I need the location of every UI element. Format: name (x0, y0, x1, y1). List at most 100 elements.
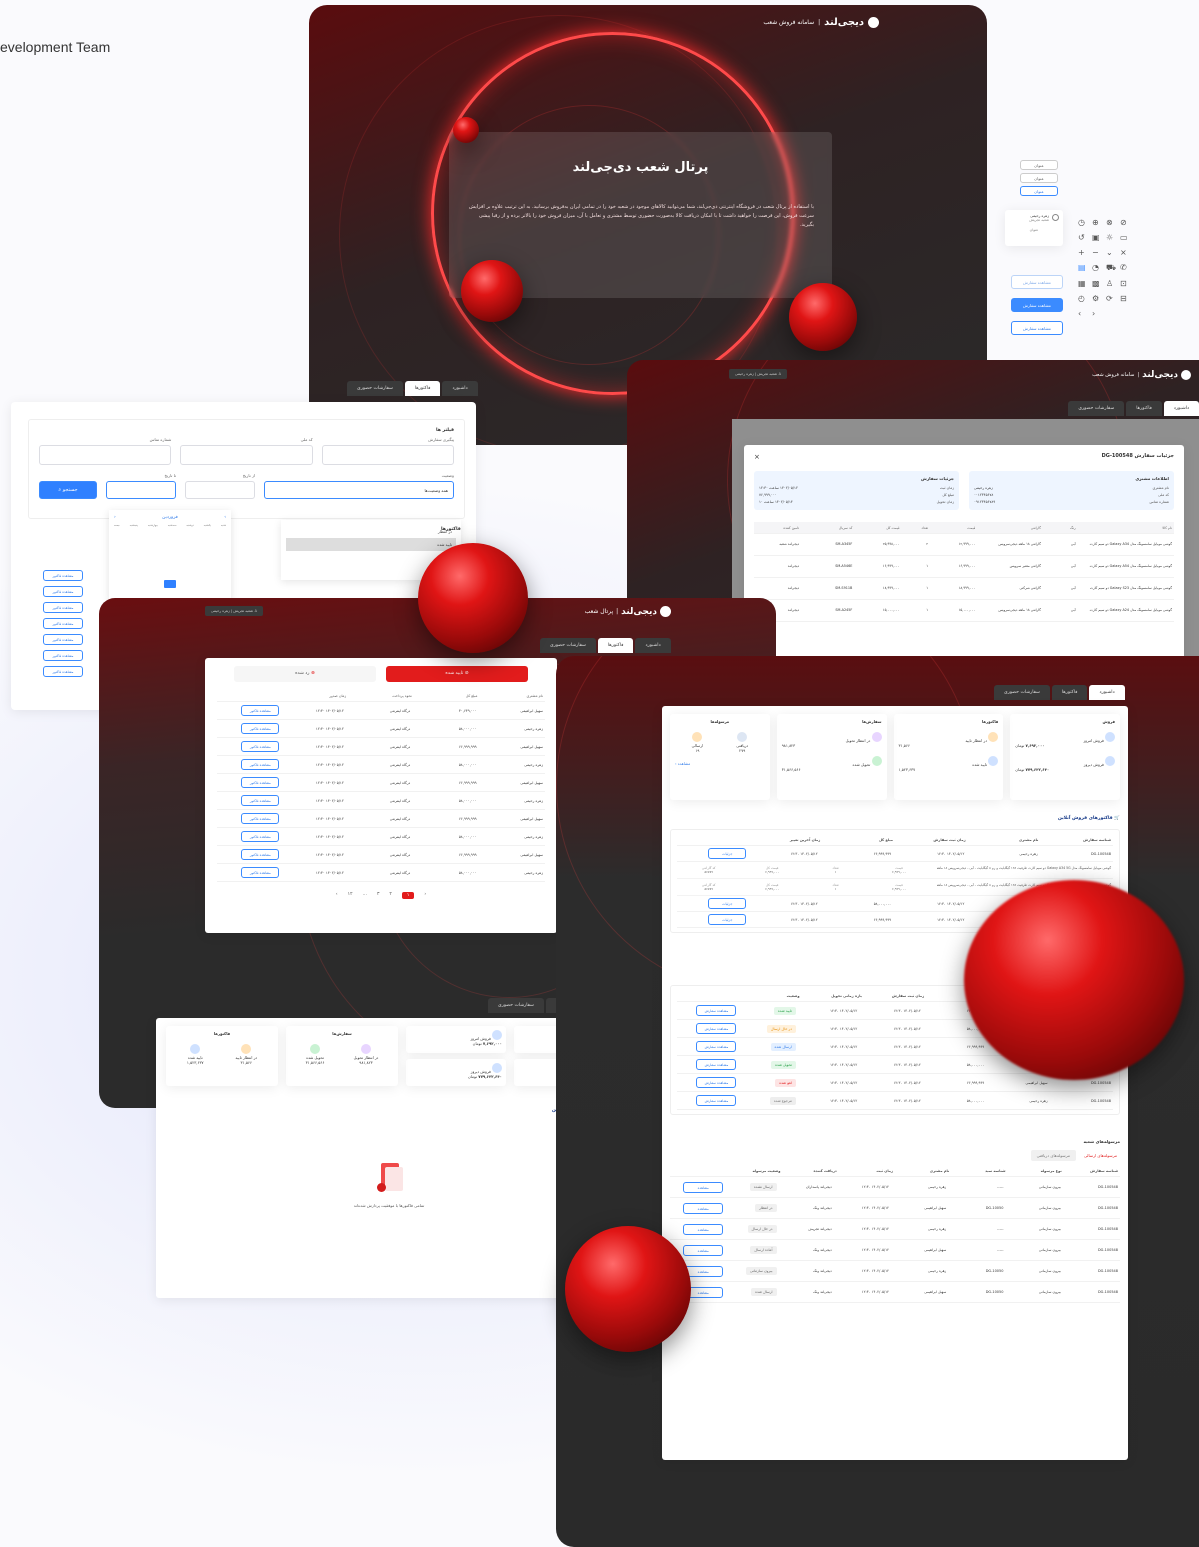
view-order-button[interactable]: مشاهده سفارش (696, 1041, 737, 1052)
tab-dashboard[interactable]: داشبورد (635, 638, 671, 653)
view-order-button-2[interactable]: مشاهده سفارش (1011, 298, 1063, 312)
calendar-day[interactable] (197, 556, 210, 564)
pager-page[interactable]: ۳ (377, 892, 379, 899)
tab-dashboard[interactable]: داشبورد (1089, 685, 1125, 700)
status-option-confirmed[interactable]: تایید شده (286, 538, 456, 551)
view-order-button[interactable]: مشاهده سفارش (696, 1095, 737, 1106)
tab-incoming-shipments[interactable]: مرسوله‌های دریافتی (1030, 1150, 1076, 1161)
tab-outgoing-shipments[interactable]: مرسوله‌های ارسالی (1081, 1150, 1120, 1161)
view-invoice-button[interactable]: مشاهده فاکتور (241, 741, 280, 752)
pager-next-icon[interactable]: › (424, 892, 426, 899)
calendar-day[interactable] (114, 532, 127, 540)
calendar-day[interactable] (164, 556, 177, 564)
calendar-day[interactable] (197, 568, 210, 576)
tab-rejected[interactable]: ⊗ رد شده (234, 666, 376, 682)
calendar-day[interactable] (114, 544, 127, 552)
calendar-day[interactable] (147, 532, 160, 540)
pager-page[interactable]: ... (363, 892, 367, 899)
calendar-day[interactable] (164, 532, 177, 540)
tracking-input[interactable] (321, 445, 454, 465)
type-button-1[interactable]: عنوان (1020, 160, 1058, 170)
view-order-button[interactable]: مشاهده سفارش (696, 1023, 737, 1034)
calendar-day[interactable] (180, 568, 193, 576)
pager-page[interactable]: ۱ (401, 892, 415, 899)
calendar-day[interactable] (180, 544, 193, 552)
view-invoice-button[interactable]: مشاهده فاکتور (241, 849, 280, 860)
search-button[interactable]: جستجو ⌕ (39, 481, 97, 499)
tab-dashboard[interactable]: داشبورد (442, 381, 478, 396)
view-order-button-1[interactable]: مشاهده سفارش (1011, 275, 1063, 289)
view-invoice-button[interactable]: مشاهده فاکتور (241, 723, 280, 734)
tab-invoices[interactable]: فاکتورها (404, 381, 441, 396)
calendar-day[interactable] (164, 568, 177, 576)
status-select[interactable]: همه وضعیت‌ها (264, 481, 454, 499)
view-shipment-button[interactable]: مشاهده (683, 1181, 724, 1193)
calendar-day[interactable] (114, 580, 127, 588)
type-button-2[interactable]: عنوان (1020, 173, 1058, 183)
calendar-day[interactable] (213, 532, 226, 540)
view-invoice-button[interactable]: مشاهده فاکتور (43, 586, 83, 597)
tab-invoices[interactable]: فاکتورها (597, 638, 634, 653)
phone-input[interactable] (39, 445, 172, 465)
view-order-button[interactable]: مشاهده سفارش (696, 1005, 737, 1016)
status-option-pending[interactable]: در انتظار (286, 525, 456, 538)
view-shipment-button[interactable]: مشاهده (683, 1202, 724, 1214)
view-invoice-button[interactable]: مشاهده فاکتور (43, 570, 83, 581)
calendar-day[interactable] (163, 580, 177, 588)
calendar-day[interactable] (197, 544, 210, 552)
modal-close-icon[interactable]: × (754, 453, 760, 461)
pager-page[interactable]: ۱۲ (348, 892, 353, 899)
calendar-day[interactable] (147, 580, 160, 588)
details-button[interactable]: جزئیات (708, 848, 747, 859)
calendar-day[interactable] (213, 556, 226, 564)
view-invoice-button[interactable]: مشاهده فاکتور (43, 602, 83, 613)
tab-in-person[interactable]: سفارشات حضوری (347, 381, 403, 396)
view-invoice-button[interactable]: مشاهده فاکتور (241, 831, 280, 842)
calendar-day[interactable] (147, 568, 160, 576)
view-order-button[interactable]: مشاهده سفارش (696, 1059, 737, 1070)
view-invoice-button[interactable]: مشاهده فاکتور (43, 666, 83, 677)
view-shipment-button[interactable]: مشاهده (683, 1244, 724, 1256)
calendar-prev-icon[interactable]: ‹ (114, 515, 116, 520)
calendar-day[interactable] (213, 580, 226, 588)
view-invoice-button[interactable]: مشاهده فاکتور (241, 813, 280, 824)
calendar-day[interactable] (164, 544, 177, 552)
chevron-left-icon[interactable]: ‹ (1078, 309, 1089, 318)
view-order-button-3[interactable]: مشاهده سفارش (1011, 321, 1063, 335)
chevron-right-icon[interactable]: › (1092, 309, 1103, 318)
view-invoice-button[interactable]: مشاهده فاکتور (241, 795, 280, 806)
calendar-day[interactable] (114, 556, 127, 564)
calendar-day[interactable] (213, 568, 226, 576)
from-date-input[interactable] (185, 481, 255, 499)
calendar-day[interactable] (131, 580, 144, 588)
tab-in-person[interactable]: سفارشات حضوری (1068, 401, 1125, 416)
calendar-day[interactable] (131, 568, 144, 576)
pager-page[interactable]: ۲ (389, 892, 391, 899)
tab-invoices[interactable]: فاکتورها (1126, 401, 1162, 416)
code-input[interactable] (180, 445, 313, 465)
profile-card[interactable]: زهره رحیمی شعبه تجریش عنوان (1005, 210, 1063, 246)
calendar-day[interactable] (180, 580, 193, 588)
tab-in-person[interactable]: سفارشات حضوری (488, 998, 544, 1013)
view-invoice-button[interactable]: مشاهده فاکتور (241, 867, 280, 878)
packages-more-link[interactable]: مشاهده › (675, 761, 765, 766)
view-invoice-button[interactable]: مشاهده فاکتور (43, 634, 83, 645)
calendar-day[interactable] (180, 556, 193, 564)
calendar-day[interactable] (114, 568, 127, 576)
to-date-input[interactable] (106, 481, 176, 499)
calendar-day[interactable] (147, 544, 160, 552)
type-button-3[interactable]: عنوان (1020, 186, 1058, 196)
pager-prev-icon[interactable]: ‹ (336, 892, 338, 899)
details-button[interactable]: جزئیات (708, 914, 747, 925)
user-chip[interactable]: شعبه تجریش | زهره رحیمی ♙ (205, 606, 264, 616)
view-invoice-button[interactable]: مشاهده فاکتور (241, 777, 280, 788)
view-invoice-button[interactable]: مشاهده فاکتور (43, 650, 83, 661)
calendar-day[interactable] (131, 556, 144, 564)
calendar-day[interactable] (180, 532, 193, 540)
view-invoice-button[interactable]: مشاهده فاکتور (241, 759, 280, 770)
calendar-day[interactable] (213, 544, 226, 552)
calendar-day[interactable] (131, 532, 144, 540)
tab-in-person[interactable]: سفارشات حضوری (994, 685, 1050, 700)
view-order-button[interactable]: مشاهده سفارش (696, 1077, 737, 1088)
view-invoice-button[interactable]: مشاهده فاکتور (43, 618, 83, 629)
